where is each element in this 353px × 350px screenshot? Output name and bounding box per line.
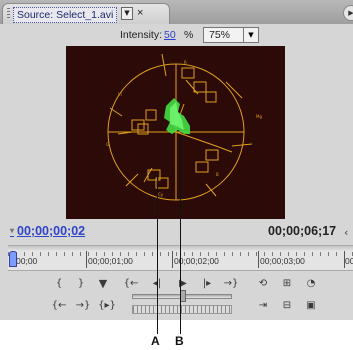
goto-in-icon[interactable]: {← — [122, 276, 140, 292]
timecode-menu-icon[interactable]: ‹ — [344, 226, 348, 239]
target-label-g: G — [106, 142, 109, 147]
zoom-select[interactable]: 75% ▼ — [203, 27, 259, 43]
tab-source[interactable]: Source: Select_1.avi ▼ × — [2, 3, 170, 24]
current-timecode[interactable]: 00;00;00;02 — [10, 224, 85, 238]
step-forward-icon[interactable]: |▸ — [198, 276, 216, 292]
target-label-mg: Mg — [256, 114, 262, 119]
ruler-label: 00 — [345, 256, 353, 266]
overlay-icon[interactable]: ⊟ — [278, 298, 296, 314]
target-label-r: R — [184, 60, 187, 65]
ruler-major-tick — [258, 251, 259, 268]
tab-close-button[interactable]: × — [137, 6, 143, 20]
output-icon[interactable]: ◔ — [302, 276, 320, 292]
duration-timecode: 00;00;06;17 — [268, 224, 337, 238]
tab-menu-button[interactable]: ▼ — [121, 7, 133, 20]
goto-out-icon[interactable]: →} — [222, 276, 240, 292]
tab-bar: Source: Select_1.avi ▼ × ▶ — [0, 0, 353, 24]
mark-out-icon[interactable]: } — [72, 276, 90, 292]
callout-line-b — [180, 136, 181, 334]
panel-menu-button[interactable]: ▶ — [343, 5, 353, 21]
goto-previous-marker-icon[interactable]: {← — [50, 298, 68, 314]
set-marker-icon[interactable]: ▼ — [94, 276, 112, 292]
playhead-handle[interactable] — [9, 251, 17, 267]
play-in-to-out-icon[interactable]: {▸} — [98, 298, 116, 314]
drag-grip-icon[interactable] — [7, 8, 10, 20]
intensity-value[interactable]: 50 — [164, 29, 176, 41]
jog-disk[interactable] — [132, 305, 232, 314]
ruler-major-tick — [86, 251, 87, 268]
ruler-label: 00;00;01;00 — [88, 256, 133, 266]
callout-label-b: B — [175, 334, 184, 348]
target-label-yl: YI — [117, 92, 122, 97]
source-monitor-panel: Source: Select_1.avi ▼ × ▶ Intensity: 50… — [0, 0, 353, 320]
ruler-major-tick — [172, 251, 173, 268]
target-label-b: B — [216, 172, 219, 177]
transport-controls: { } ▼ {← ◂| ▶ |▸ →} ⟲ ⊞ ◔ {← →} {▸} ⇥ ⊟ … — [40, 270, 340, 320]
goto-next-marker-icon[interactable]: →} — [74, 298, 92, 314]
loop-icon[interactable]: ⟲ — [254, 276, 272, 292]
intensity-label: Intensity: — [120, 29, 163, 41]
callout-label-a: A — [151, 334, 160, 348]
export-frame-icon[interactable]: ▣ — [302, 298, 320, 314]
insert-icon[interactable]: ⇥ — [254, 298, 272, 314]
chevron-down-icon[interactable]: ▼ — [243, 28, 258, 42]
intensity-unit: % — [184, 29, 194, 41]
vectorscope-display: R Mg B Cy G YI — [66, 46, 285, 219]
callout-line-a — [157, 176, 158, 334]
target-label-cy: Cy — [158, 192, 164, 197]
mark-in-icon[interactable]: { — [50, 276, 68, 292]
vectorscope-graticule: R Mg B Cy G YI — [106, 53, 262, 201]
ruler-label: 00;00 — [16, 256, 38, 266]
scope-toolbar: Intensity: 50 % 75% ▼ — [0, 24, 353, 44]
tab-source-title[interactable]: Source: Select_1.avi — [13, 7, 118, 23]
ruler-label: 00;00;03;00 — [260, 256, 305, 266]
safe-margins-icon[interactable]: ⊞ — [278, 276, 296, 292]
zoom-value: 75% — [209, 29, 231, 41]
